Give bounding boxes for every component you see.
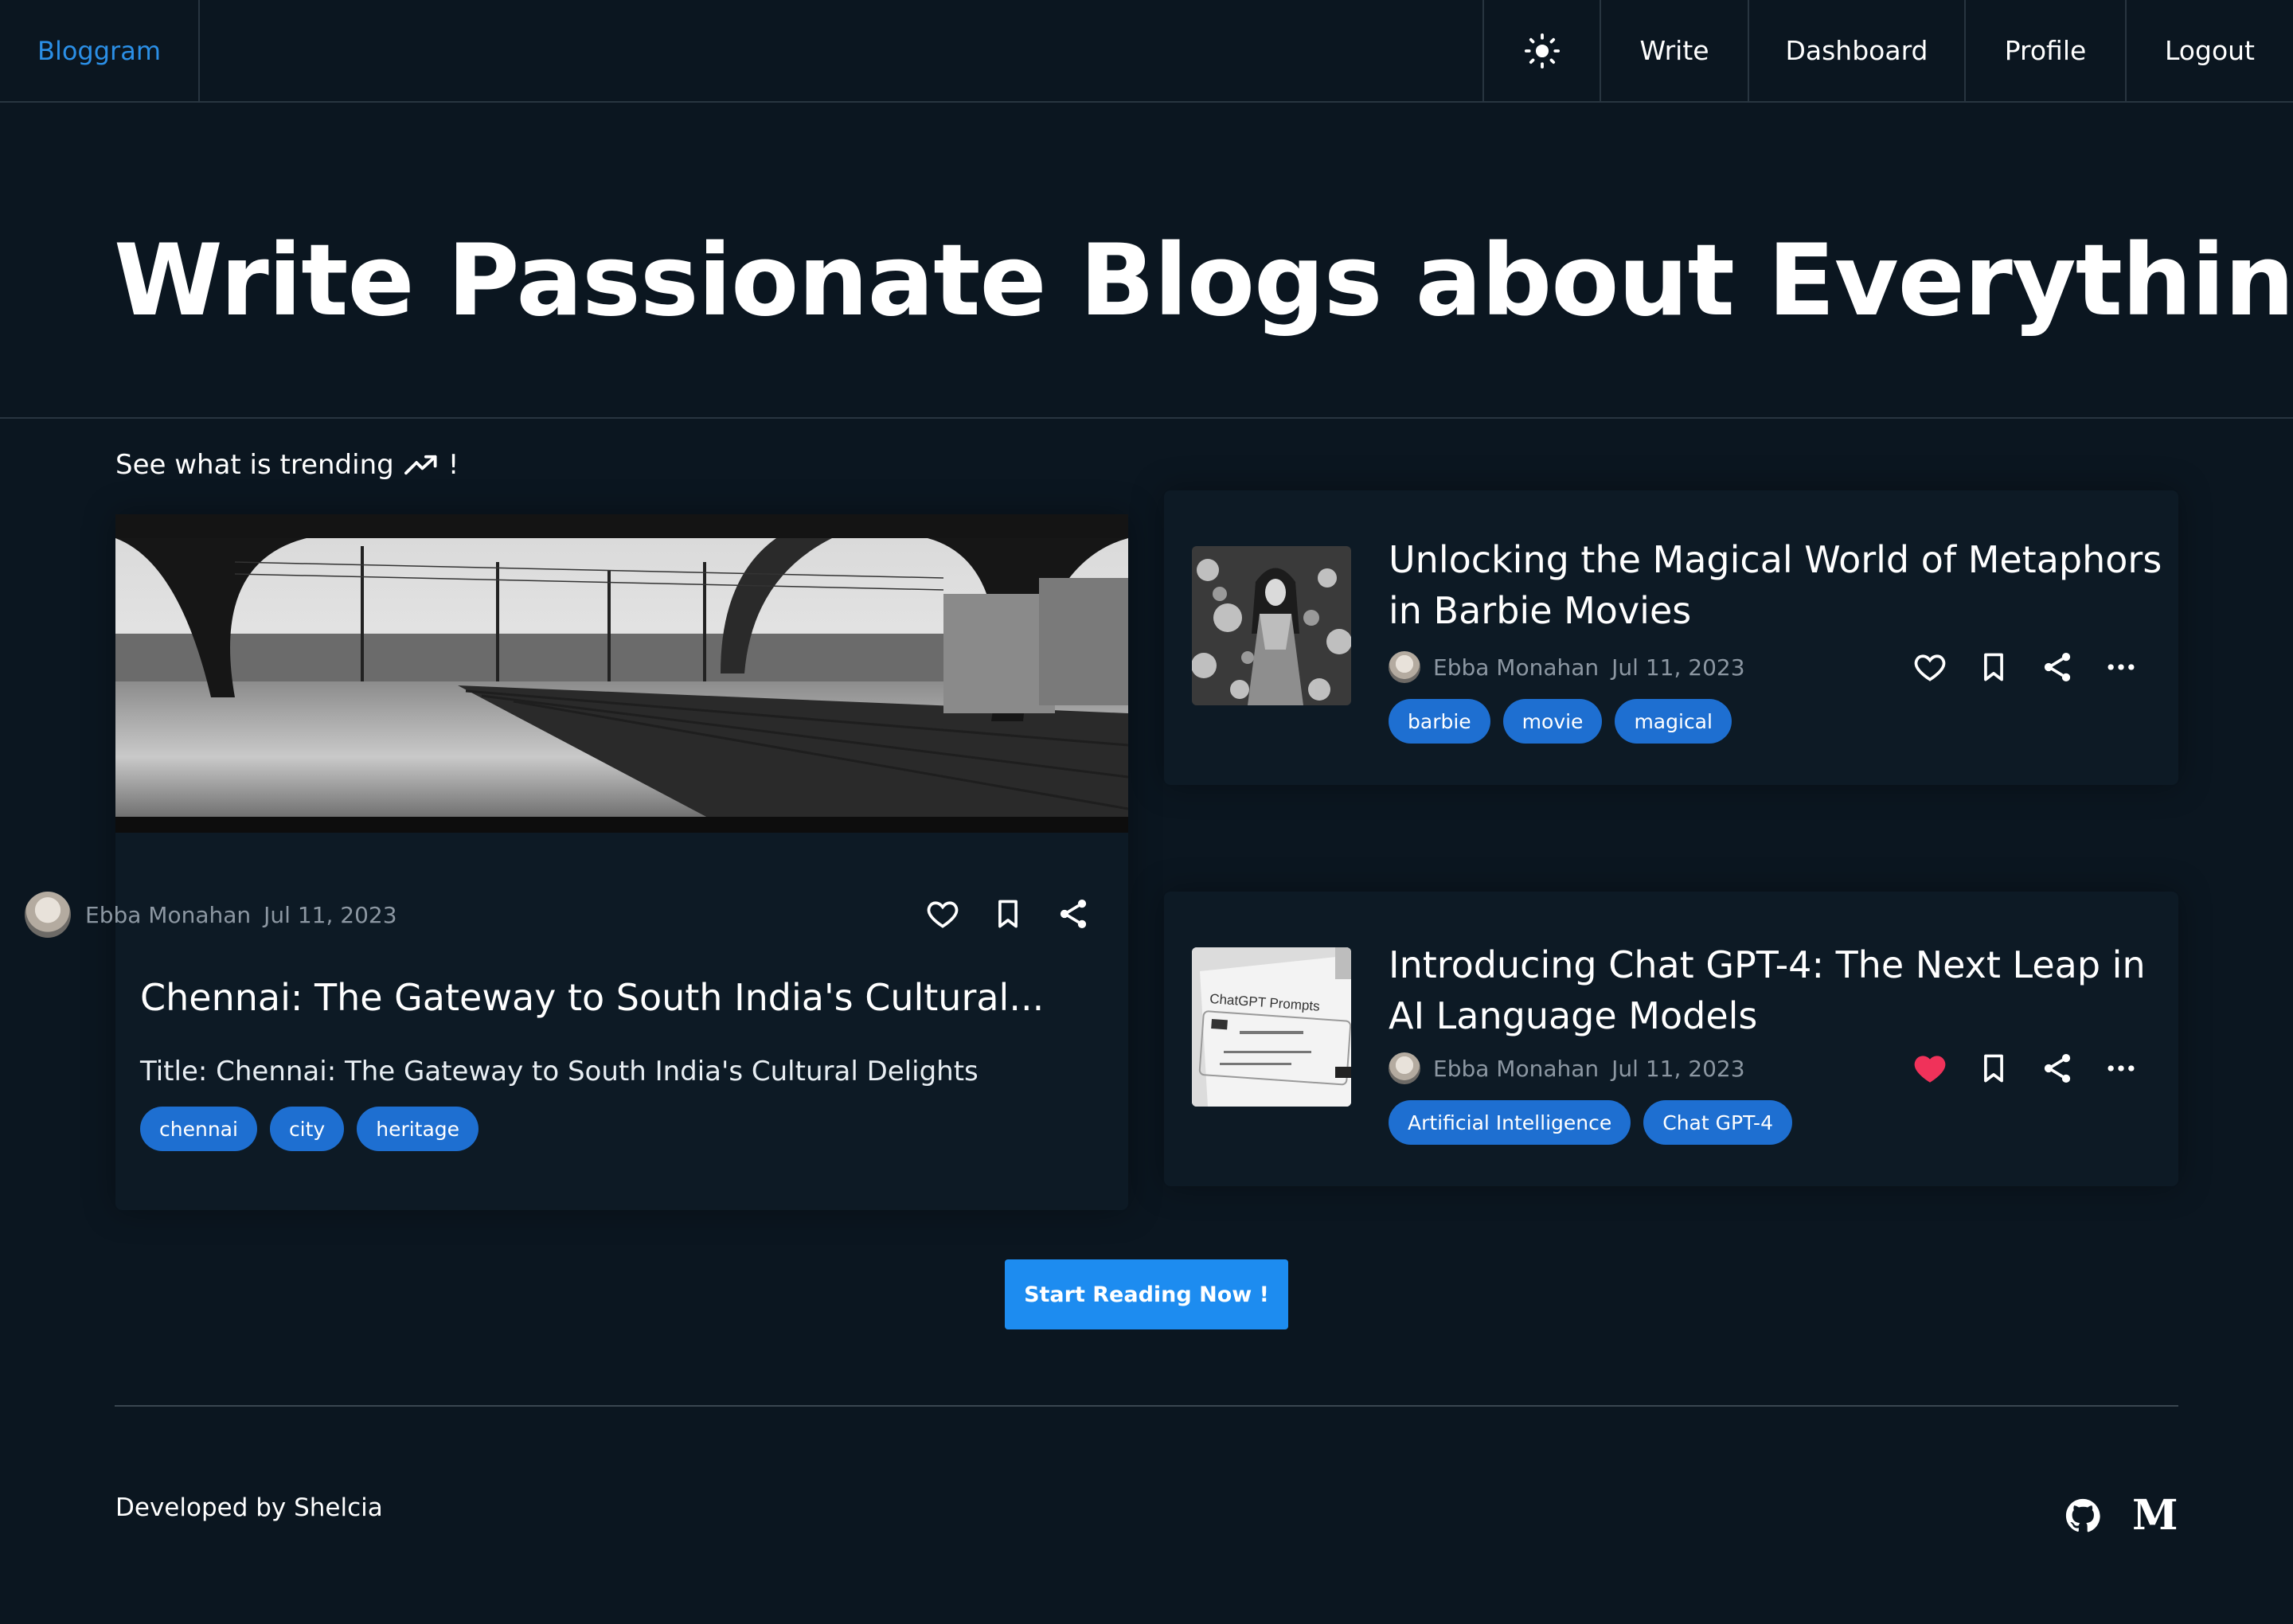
medium-icon: M [2132, 1491, 2178, 1540]
post-thumbnail[interactable]: ChatGPT Prompts [1192, 947, 1351, 1107]
medium-link[interactable]: M [2132, 1493, 2178, 1538]
post-date: Jul 11, 2023 [264, 901, 397, 928]
more-horizontal-icon [2107, 664, 2135, 670]
bookmark-button[interactable] [1976, 650, 2011, 685]
railway-platform-image [115, 514, 1128, 833]
featured-post-card[interactable] [115, 514, 1128, 1210]
share-icon [1060, 900, 1087, 928]
share-button[interactable] [1056, 896, 1091, 931]
heart-filled-icon [1914, 1056, 1946, 1083]
footer-social-links: M [2062, 1493, 2178, 1538]
chatgpt-thumbnail-image: ChatGPT Prompts [1192, 947, 1351, 1107]
author-avatar[interactable] [25, 892, 71, 938]
like-button[interactable] [1912, 1051, 1947, 1086]
side-post-actions [1912, 1051, 2139, 1086]
post-date: Jul 11, 2023 [1611, 654, 1745, 681]
like-button[interactable] [1912, 650, 1947, 685]
tag-artificial-intelligence[interactable]: Artificial Intelligence [1389, 1100, 1631, 1145]
tag-barbie[interactable]: barbie [1389, 699, 1490, 744]
share-button[interactable] [2040, 650, 2075, 685]
featured-post-excerpt: Title: Chennai: The Gateway to South Ind… [140, 1056, 979, 1087]
side-post-title[interactable]: Unlocking the Magical World of Metaphors… [1389, 534, 2169, 636]
tag-heritage[interactable]: heritage [357, 1107, 479, 1151]
bookmark-icon [998, 900, 1018, 928]
side-post-tags: Artificial Intelligence Chat GPT-4 [1389, 1100, 1792, 1145]
more-options-button[interactable] [2104, 650, 2139, 685]
share-icon [2044, 1054, 2071, 1083]
top-nav: Bloggram Write Dashboard Profile Logout [0, 0, 2293, 103]
share-icon [2044, 653, 2071, 681]
heart-icon [927, 901, 959, 928]
post-date: Jul 11, 2023 [1611, 1055, 1745, 1082]
featured-post-image[interactable] [115, 514, 1128, 833]
heart-icon [1914, 654, 1946, 681]
tag-city[interactable]: city [269, 1107, 345, 1151]
side-post-tags: barbie movie magical [1389, 699, 1732, 744]
github-icon [2065, 1498, 2100, 1532]
tag-movie[interactable]: movie [1502, 699, 1603, 744]
barbie-thumbnail-image [1192, 546, 1351, 705]
featured-post-title[interactable]: Chennai: The Gateway to South India's Cu… [140, 976, 1044, 1019]
nav-dashboard-link[interactable]: Dashboard [1748, 0, 1964, 101]
footer-divider [115, 1405, 2178, 1407]
more-options-button[interactable] [2104, 1051, 2139, 1086]
author-avatar[interactable] [1389, 1052, 1420, 1084]
trending-label: See what is trending [115, 449, 394, 481]
start-reading-button[interactable]: Start Reading Now ! [1005, 1259, 1288, 1329]
trending-suffix: ! [447, 449, 459, 481]
nav-write-link[interactable]: Write [1600, 0, 1748, 101]
nav-profile-link[interactable]: Profile [1964, 0, 2125, 101]
brand-logo[interactable]: Bloggram [0, 0, 200, 101]
side-post-card[interactable]: ChatGPT Prompts Introducing Chat GPT-4: … [1164, 892, 2178, 1186]
share-button[interactable] [2040, 1051, 2075, 1086]
theme-toggle-button[interactable] [1482, 0, 1600, 101]
featured-post-actions [925, 896, 1091, 931]
side-post-meta: Ebba Monahan Jul 11, 2023 [1389, 1052, 1745, 1084]
bookmark-button[interactable] [1976, 1051, 2011, 1086]
tag-chat-gpt-4[interactable]: Chat GPT-4 [1643, 1100, 1792, 1145]
trending-heading: See what is trending ! [115, 449, 459, 481]
side-post-card[interactable]: Unlocking the Magical World of Metaphors… [1164, 490, 2178, 785]
bookmark-icon [1984, 653, 2003, 681]
trending-up-icon [404, 455, 437, 475]
bookmark-icon [1984, 1054, 2003, 1083]
author-name[interactable]: Ebba Monahan [85, 902, 251, 928]
tag-chennai[interactable]: chennai [140, 1107, 257, 1151]
nav-logout-link[interactable]: Logout [2125, 0, 2293, 101]
hero-divider [0, 417, 2293, 419]
author-name[interactable]: Ebba Monahan [1433, 1056, 1599, 1082]
like-button[interactable] [925, 896, 960, 931]
side-post-meta: Ebba Monahan Jul 11, 2023 [1389, 651, 1745, 683]
bookmark-button[interactable] [990, 896, 1025, 931]
more-horizontal-icon [2107, 1065, 2135, 1072]
github-link[interactable] [2062, 1495, 2104, 1536]
footer-credit: Developed by Shelcia [115, 1493, 383, 1522]
side-post-actions [1912, 650, 2139, 685]
author-avatar[interactable] [1389, 651, 1420, 683]
post-thumbnail[interactable] [1192, 546, 1351, 705]
featured-post-tags: chennai city heritage [140, 1107, 479, 1151]
author-name[interactable]: Ebba Monahan [1433, 654, 1599, 681]
sun-icon [1524, 33, 1560, 68]
hero-title: Write Passionate Blogs about Everything [114, 224, 2293, 338]
tag-magical[interactable]: magical [1615, 699, 1732, 744]
featured-post-meta: Ebba Monahan Jul 11, 2023 [25, 892, 397, 938]
side-post-title[interactable]: Introducing Chat GPT-4: The Next Leap in… [1389, 939, 2169, 1041]
